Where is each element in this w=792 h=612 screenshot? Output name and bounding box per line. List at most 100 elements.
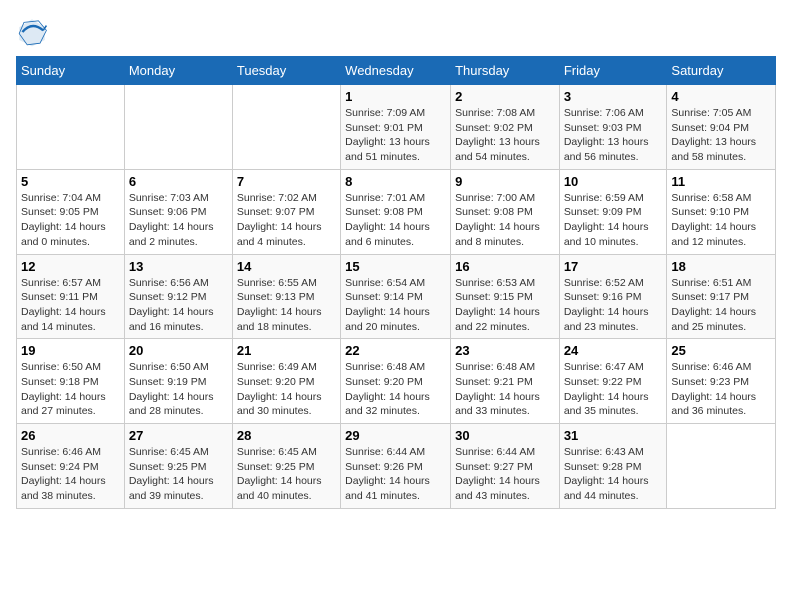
day-number: 19 bbox=[21, 343, 120, 358]
day-number: 15 bbox=[345, 259, 446, 274]
day-header-tuesday: Tuesday bbox=[232, 57, 340, 85]
calendar-cell: 28 Sunrise: 6:45 AM Sunset: 9:25 PM Dayli… bbox=[232, 424, 340, 509]
day-info: Sunrise: 6:46 AM Sunset: 9:23 PM Dayligh… bbox=[671, 360, 771, 419]
calendar-week-1: 1 Sunrise: 7:09 AM Sunset: 9:01 PM Daylig… bbox=[17, 85, 776, 170]
calendar-cell: 27 Sunrise: 6:45 AM Sunset: 9:25 PM Dayli… bbox=[124, 424, 232, 509]
calendar-cell: 31 Sunrise: 6:43 AM Sunset: 9:28 PM Dayli… bbox=[559, 424, 667, 509]
calendar-week-2: 5Sunrise: 7:04 AM Sunset: 9:05 PM Daylig… bbox=[17, 169, 776, 254]
day-info: Sunrise: 7:02 AM Sunset: 9:07 PM Dayligh… bbox=[237, 191, 336, 250]
day-info: Sunrise: 6:50 AM Sunset: 9:18 PM Dayligh… bbox=[21, 360, 120, 419]
calendar-cell: 25 Sunrise: 6:46 AM Sunset: 9:23 PM Dayli… bbox=[667, 339, 776, 424]
day-number: 16 bbox=[455, 259, 555, 274]
day-info: Sunrise: 6:57 AM Sunset: 9:11 PM Dayligh… bbox=[21, 276, 120, 335]
calendar-cell: 26 Sunrise: 6:46 AM Sunset: 9:24 PM Dayli… bbox=[17, 424, 125, 509]
day-number: 29 bbox=[345, 428, 446, 443]
day-info: Sunrise: 6:48 AM Sunset: 9:21 PM Dayligh… bbox=[455, 360, 555, 419]
calendar-cell: 23 Sunrise: 6:48 AM Sunset: 9:21 PM Dayli… bbox=[451, 339, 560, 424]
calendar-cell: 29Sunrise: 6:44 AM Sunset: 9:26 PM Dayli… bbox=[341, 424, 451, 509]
day-info: Sunrise: 7:05 AM Sunset: 9:04 PM Dayligh… bbox=[671, 106, 771, 165]
day-info: Sunrise: 7:00 AM Sunset: 9:08 PM Dayligh… bbox=[455, 191, 555, 250]
day-info: Sunrise: 7:09 AM Sunset: 9:01 PM Dayligh… bbox=[345, 106, 446, 165]
day-header-saturday: Saturday bbox=[667, 57, 776, 85]
day-number: 30 bbox=[455, 428, 555, 443]
day-header-friday: Friday bbox=[559, 57, 667, 85]
day-header-wednesday: Wednesday bbox=[341, 57, 451, 85]
logo-icon bbox=[16, 16, 48, 48]
calendar-cell: 20 Sunrise: 6:50 AM Sunset: 9:19 PM Dayli… bbox=[124, 339, 232, 424]
calendar-cell bbox=[124, 85, 232, 170]
calendar-cell: 17 Sunrise: 6:52 AM Sunset: 9:16 PM Dayli… bbox=[559, 254, 667, 339]
calendar-cell: 5Sunrise: 7:04 AM Sunset: 9:05 PM Daylig… bbox=[17, 169, 125, 254]
day-number: 27 bbox=[129, 428, 228, 443]
calendar-cell: 15Sunrise: 6:54 AM Sunset: 9:14 PM Dayli… bbox=[341, 254, 451, 339]
day-info: Sunrise: 6:49 AM Sunset: 9:20 PM Dayligh… bbox=[237, 360, 336, 419]
day-number: 12 bbox=[21, 259, 120, 274]
day-header-sunday: Sunday bbox=[17, 57, 125, 85]
calendar-cell: 4 Sunrise: 7:05 AM Sunset: 9:04 PM Daylig… bbox=[667, 85, 776, 170]
day-number: 13 bbox=[129, 259, 228, 274]
day-info: Sunrise: 6:51 AM Sunset: 9:17 PM Dayligh… bbox=[671, 276, 771, 335]
day-number: 9 bbox=[455, 174, 555, 189]
day-number: 10 bbox=[564, 174, 663, 189]
calendar-cell: 11 Sunrise: 6:58 AM Sunset: 9:10 PM Dayli… bbox=[667, 169, 776, 254]
day-number: 24 bbox=[564, 343, 663, 358]
day-info: Sunrise: 7:04 AM Sunset: 9:05 PM Dayligh… bbox=[21, 191, 120, 250]
calendar-week-4: 19 Sunrise: 6:50 AM Sunset: 9:18 PM Dayli… bbox=[17, 339, 776, 424]
calendar-cell: 12 Sunrise: 6:57 AM Sunset: 9:11 PM Dayli… bbox=[17, 254, 125, 339]
day-header-monday: Monday bbox=[124, 57, 232, 85]
day-number: 20 bbox=[129, 343, 228, 358]
day-number: 23 bbox=[455, 343, 555, 358]
day-number: 18 bbox=[671, 259, 771, 274]
calendar-cell: 18 Sunrise: 6:51 AM Sunset: 9:17 PM Dayli… bbox=[667, 254, 776, 339]
day-number: 17 bbox=[564, 259, 663, 274]
day-number: 28 bbox=[237, 428, 336, 443]
day-number: 7 bbox=[237, 174, 336, 189]
calendar-week-3: 12 Sunrise: 6:57 AM Sunset: 9:11 PM Dayli… bbox=[17, 254, 776, 339]
day-info: Sunrise: 7:06 AM Sunset: 9:03 PM Dayligh… bbox=[564, 106, 663, 165]
day-info: Sunrise: 6:52 AM Sunset: 9:16 PM Dayligh… bbox=[564, 276, 663, 335]
day-info: Sunrise: 7:03 AM Sunset: 9:06 PM Dayligh… bbox=[129, 191, 228, 250]
calendar-cell: 3 Sunrise: 7:06 AM Sunset: 9:03 PM Daylig… bbox=[559, 85, 667, 170]
day-number: 21 bbox=[237, 343, 336, 358]
day-info: Sunrise: 6:50 AM Sunset: 9:19 PM Dayligh… bbox=[129, 360, 228, 419]
day-number: 26 bbox=[21, 428, 120, 443]
day-info: Sunrise: 6:58 AM Sunset: 9:10 PM Dayligh… bbox=[671, 191, 771, 250]
day-info: Sunrise: 6:45 AM Sunset: 9:25 PM Dayligh… bbox=[129, 445, 228, 504]
day-number: 1 bbox=[345, 89, 446, 104]
day-info: Sunrise: 6:53 AM Sunset: 9:15 PM Dayligh… bbox=[455, 276, 555, 335]
calendar-cell bbox=[667, 424, 776, 509]
calendar-cell: 8Sunrise: 7:01 AM Sunset: 9:08 PM Daylig… bbox=[341, 169, 451, 254]
day-header-thursday: Thursday bbox=[451, 57, 560, 85]
day-info: Sunrise: 6:56 AM Sunset: 9:12 PM Dayligh… bbox=[129, 276, 228, 335]
day-number: 31 bbox=[564, 428, 663, 443]
calendar-cell: 22Sunrise: 6:48 AM Sunset: 9:20 PM Dayli… bbox=[341, 339, 451, 424]
calendar-cell: 30Sunrise: 6:44 AM Sunset: 9:27 PM Dayli… bbox=[451, 424, 560, 509]
page-header bbox=[16, 16, 776, 48]
calendar-cell: 1 Sunrise: 7:09 AM Sunset: 9:01 PM Daylig… bbox=[341, 85, 451, 170]
calendar-cell: 21 Sunrise: 6:49 AM Sunset: 9:20 PM Dayli… bbox=[232, 339, 340, 424]
day-info: Sunrise: 7:01 AM Sunset: 9:08 PM Dayligh… bbox=[345, 191, 446, 250]
day-info: Sunrise: 6:45 AM Sunset: 9:25 PM Dayligh… bbox=[237, 445, 336, 504]
day-number: 6 bbox=[129, 174, 228, 189]
calendar-table: SundayMondayTuesdayWednesdayThursdayFrid… bbox=[16, 56, 776, 509]
day-info: Sunrise: 6:55 AM Sunset: 9:13 PM Dayligh… bbox=[237, 276, 336, 335]
calendar-cell: 2Sunrise: 7:08 AM Sunset: 9:02 PM Daylig… bbox=[451, 85, 560, 170]
day-number: 22 bbox=[345, 343, 446, 358]
day-number: 25 bbox=[671, 343, 771, 358]
calendar-cell: 7 Sunrise: 7:02 AM Sunset: 9:07 PM Daylig… bbox=[232, 169, 340, 254]
day-info: Sunrise: 6:46 AM Sunset: 9:24 PM Dayligh… bbox=[21, 445, 120, 504]
calendar-cell: 14Sunrise: 6:55 AM Sunset: 9:13 PM Dayli… bbox=[232, 254, 340, 339]
day-info: Sunrise: 6:47 AM Sunset: 9:22 PM Dayligh… bbox=[564, 360, 663, 419]
calendar-cell: 9 Sunrise: 7:00 AM Sunset: 9:08 PM Daylig… bbox=[451, 169, 560, 254]
calendar-header-row: SundayMondayTuesdayWednesdayThursdayFrid… bbox=[17, 57, 776, 85]
day-number: 11 bbox=[671, 174, 771, 189]
day-number: 4 bbox=[671, 89, 771, 104]
calendar-cell: 16 Sunrise: 6:53 AM Sunset: 9:15 PM Dayli… bbox=[451, 254, 560, 339]
calendar-cell bbox=[232, 85, 340, 170]
calendar-cell bbox=[17, 85, 125, 170]
day-info: Sunrise: 6:59 AM Sunset: 9:09 PM Dayligh… bbox=[564, 191, 663, 250]
day-number: 3 bbox=[564, 89, 663, 104]
calendar-week-5: 26 Sunrise: 6:46 AM Sunset: 9:24 PM Dayli… bbox=[17, 424, 776, 509]
day-info: Sunrise: 6:43 AM Sunset: 9:28 PM Dayligh… bbox=[564, 445, 663, 504]
day-info: Sunrise: 7:08 AM Sunset: 9:02 PM Dayligh… bbox=[455, 106, 555, 165]
